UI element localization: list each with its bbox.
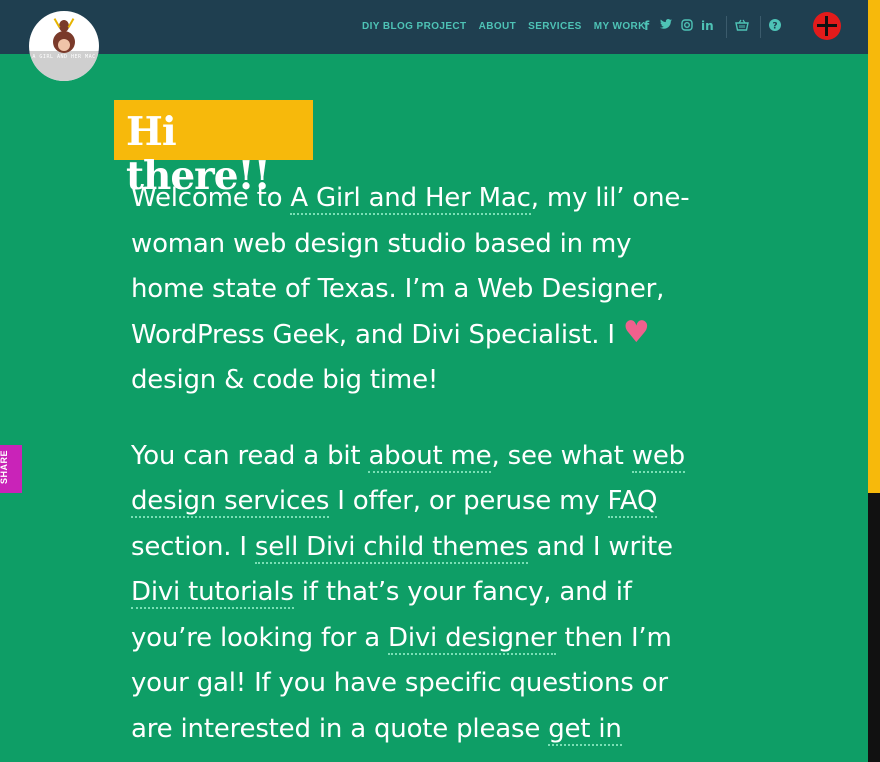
nav-item-diy-blog-project[interactable]: DIY BLOG PROJECT <box>362 21 467 32</box>
text: if that’s your fancy, and if <box>293 577 632 607</box>
text: You can read a bit <box>131 440 369 471</box>
nav-item-about[interactable]: ABOUT <box>479 21 517 32</box>
question-icon[interactable]: ? <box>769 19 781 31</box>
text-line: woman web design studio based in my <box>131 228 632 259</box>
text-line: design & code big time! <box>131 365 439 395</box>
basket-icon[interactable] <box>735 19 749 31</box>
hero-title-box: Hi there!! <box>114 100 313 198</box>
text-line: home state of Texas. I’m a Web Designer, <box>131 274 665 304</box>
text: section. I <box>131 531 255 562</box>
nav-divider <box>760 16 761 38</box>
logo-face <box>53 31 75 53</box>
logo-hair-stick <box>67 18 75 28</box>
share-button[interactable]: SHARE <box>0 445 22 493</box>
text: , my lil’ one- <box>530 183 690 213</box>
link-faq[interactable]: FAQ <box>607 486 658 518</box>
linkedin-icon[interactable]: in <box>701 19 714 33</box>
text: are interested in a quote please <box>131 713 549 744</box>
link-a-girl-and-her-mac[interactable]: A Girl and Her Mac <box>290 183 531 215</box>
text: then I’m <box>556 622 672 653</box>
nav-divider <box>726 16 727 38</box>
menu-plus-button[interactable] <box>813 12 841 40</box>
twitter-icon[interactable] <box>660 19 672 30</box>
right-accent-yellow <box>868 0 880 493</box>
share-label: SHARE <box>0 449 10 485</box>
site-logo[interactable]: A GIRL AND HER MAC <box>29 11 99 81</box>
link-web-design-services[interactable]: design services <box>131 486 329 518</box>
paragraph-2: You can read a bit about me, see what we… <box>131 434 731 753</box>
text: you’re looking for a <box>131 622 388 653</box>
link-web-design-services[interactable]: web <box>631 440 685 473</box>
paragraph-1: Welcome to A Girl and Her Mac, my lil’ o… <box>131 176 731 404</box>
text: I offer, or peruse my <box>329 486 608 516</box>
link-get-in-touch[interactable]: get in <box>548 713 622 746</box>
link-about-me[interactable]: about me <box>368 440 492 473</box>
svg-text:?: ? <box>772 22 777 32</box>
main-nav: DIY BLOG PROJECT ABOUT SERVICES MY WORK <box>362 21 658 32</box>
logo-text: A GIRL AND HER MAC <box>32 54 96 60</box>
link-divi-tutorials[interactable]: Divi tutorials <box>131 577 294 609</box>
sparkling-heart-icon <box>623 310 650 356</box>
instagram-icon[interactable] <box>681 19 693 31</box>
nav-item-my-work[interactable]: MY WORK <box>594 21 646 32</box>
intro-content: Welcome to A Girl and Her Mac, my lil’ o… <box>131 176 731 752</box>
text: and I write <box>528 531 673 562</box>
right-edge-bar <box>868 0 880 762</box>
nav-item-services[interactable]: SERVICES <box>528 21 582 32</box>
facebook-icon[interactable]: f <box>644 19 649 33</box>
text: , see what <box>491 440 632 471</box>
text: Welcome to <box>131 183 291 213</box>
link-divi-designer[interactable]: Divi designer <box>388 622 557 655</box>
text-line: your gal! If you have specific questions… <box>131 668 668 698</box>
text: WordPress Geek, and Divi Specialist. I <box>131 319 623 350</box>
link-sell-divi-child-themes[interactable]: sell Divi child themes <box>254 531 529 564</box>
